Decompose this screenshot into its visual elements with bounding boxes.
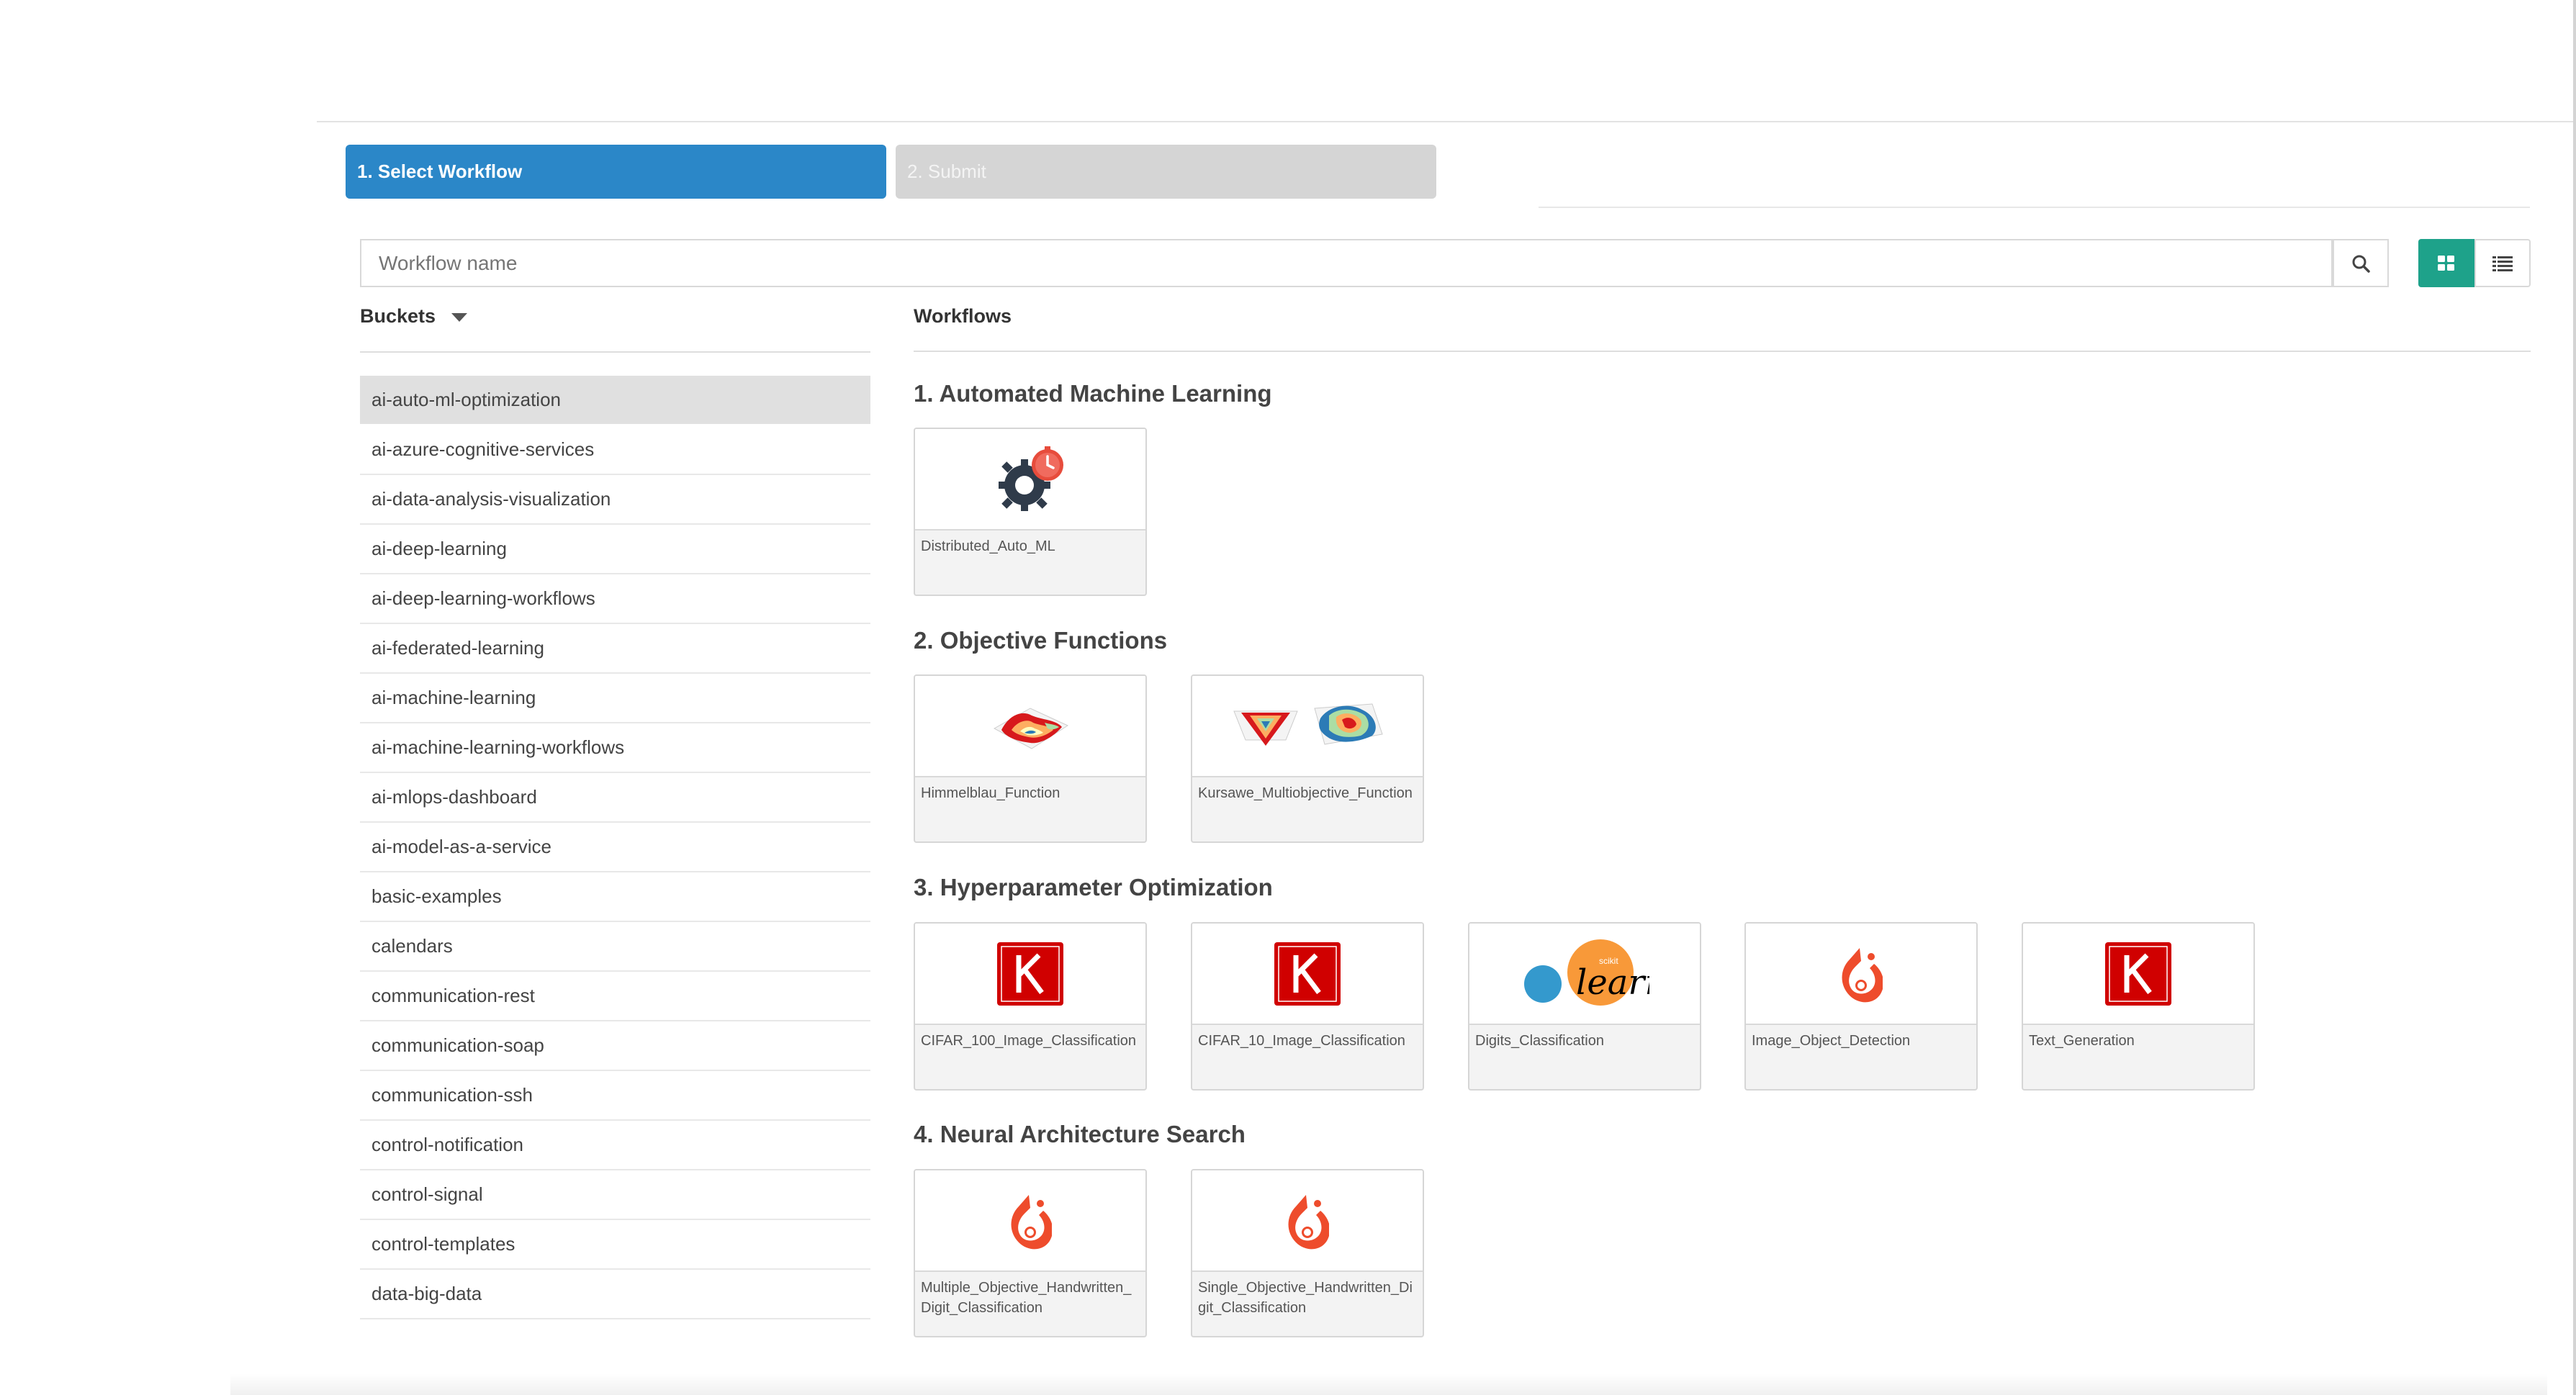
workflow-card[interactable]: CIFAR_10_Image_Classification — [1191, 922, 1424, 1091]
search-button[interactable] — [2333, 239, 2389, 287]
bucket-item[interactable]: communication-rest — [360, 972, 870, 1021]
workflows-heading: Workflows — [914, 305, 1012, 327]
workflow-card[interactable]: CIFAR_100_Image_Classification — [914, 922, 1147, 1091]
steps-divider — [1539, 207, 2530, 208]
bucket-item[interactable]: basic-examples — [360, 872, 870, 922]
svg-text:scikit: scikit — [1599, 956, 1618, 966]
list-icon — [2492, 256, 2513, 271]
bucket-item[interactable]: control-notification — [360, 1121, 870, 1170]
buckets-dropdown[interactable]: Buckets — [360, 305, 468, 328]
step-submit[interactable]: 2. Submit — [896, 145, 1436, 199]
section-title: 2. Objective Functions — [914, 627, 1168, 654]
list-view-button[interactable] — [2474, 239, 2531, 287]
buckets-heading: Buckets — [360, 305, 436, 327]
surface-plot-icon — [915, 676, 1145, 777]
gear-clock-icon — [915, 429, 1145, 531]
workflow-card-label: CIFAR_100_Image_Classification — [921, 1033, 1137, 1049]
workflow-card[interactable]: Distributed_Auto_ML — [914, 428, 1147, 596]
workflow-catalog-page: 1. Select Workflow 2. Submit Buckets ai-… — [0, 0, 2576, 1395]
pytorch-icon — [915, 1170, 1145, 1272]
grid-icon — [2438, 255, 2454, 271]
keras-icon — [1192, 924, 1423, 1025]
bucket-item[interactable]: ai-deep-learning — [360, 525, 870, 574]
bucket-list: ai-auto-ml-optimization ai-azure-cognitiv… — [360, 376, 870, 1319]
bucket-item[interactable]: ai-mlops-dashboard — [360, 773, 870, 823]
workflow-card[interactable]: Single_Objective_Handwritten_Digit_Class… — [1191, 1169, 1424, 1337]
workflow-card[interactable]: Image_Object_Detection — [1744, 922, 1978, 1091]
bucket-item[interactable]: ai-azure-cognitive-services — [360, 425, 870, 475]
bucket-item[interactable]: ai-machine-learning-workflows — [360, 723, 870, 773]
svg-text:learn: learn — [1576, 962, 1649, 1003]
workflow-card[interactable]: learnscikit Digits_Classification — [1468, 922, 1701, 1091]
bucket-item[interactable]: ai-model-as-a-service — [360, 823, 870, 872]
workflow-card[interactable]: Kursawe_Multiobjective_Function — [1191, 674, 1424, 843]
workflow-card[interactable]: Multiple_Objective_Handwritten_Digit_Cla… — [914, 1169, 1147, 1337]
surface-plots-icon — [1192, 676, 1423, 777]
workflow-card-label: CIFAR_10_Image_Classification — [1198, 1033, 1405, 1049]
workflows-divider — [914, 351, 2531, 352]
section-title: 3. Hyperparameter Optimization — [914, 874, 1273, 900]
window-edge — [2573, 0, 2576, 1395]
bottom-shadow — [230, 1373, 2547, 1395]
grid-view-button[interactable] — [2418, 239, 2474, 287]
header-divider — [317, 121, 2576, 122]
bucket-item[interactable]: ai-data-analysis-visualization — [360, 475, 870, 525]
workflow-card-label: Kursawe_Multiobjective_Function — [1198, 785, 1413, 801]
keras-icon — [915, 924, 1145, 1025]
section-title: 1. Automated Machine Learning — [914, 380, 1272, 407]
workflow-card-label: Text_Generation — [2029, 1033, 2135, 1049]
bucket-item[interactable]: ai-federated-learning — [360, 624, 870, 674]
bucket-item[interactable]: control-templates — [360, 1220, 870, 1270]
bucket-item[interactable]: ai-auto-ml-optimization — [360, 376, 870, 425]
pytorch-icon — [1746, 924, 1976, 1025]
bucket-item[interactable]: calendars — [360, 922, 870, 972]
workflow-card[interactable]: Himmelblau_Function — [914, 674, 1147, 843]
bucket-item[interactable]: ai-machine-learning — [360, 674, 870, 723]
pytorch-icon — [1192, 1170, 1423, 1272]
bucket-item[interactable]: ai-deep-learning-workflows — [360, 574, 870, 624]
workflow-card[interactable]: Text_Generation — [2022, 922, 2255, 1091]
caret-down-icon — [451, 312, 468, 322]
workflow-card-label: Image_Object_Detection — [1752, 1033, 1911, 1049]
workflow-card-label: Distributed_Auto_ML — [921, 538, 1055, 554]
workflow-card-label: Single_Objective_Handwritten_Digit_Class… — [1198, 1280, 1413, 1316]
step-select-workflow[interactable]: 1. Select Workflow — [346, 145, 886, 199]
bucket-item[interactable]: data-big-data — [360, 1270, 870, 1319]
workflow-card-label: Multiple_Objective_Handwritten_Digit_Cla… — [921, 1280, 1132, 1316]
search-icon — [2352, 255, 2370, 273]
keras-icon — [2023, 924, 2253, 1025]
workflow-card-label: Digits_Classification — [1475, 1033, 1604, 1049]
bucket-item[interactable]: communication-soap — [360, 1021, 870, 1071]
buckets-divider — [360, 351, 870, 353]
bucket-item[interactable]: communication-ssh — [360, 1071, 870, 1121]
workflow-search-input[interactable] — [360, 239, 2333, 287]
scikit-learn-icon: learnscikit — [1469, 924, 1700, 1025]
workflow-card-label: Himmelblau_Function — [921, 785, 1060, 801]
section-title: 4. Neural Architecture Search — [914, 1121, 1246, 1147]
bucket-item[interactable]: control-signal — [360, 1170, 870, 1220]
